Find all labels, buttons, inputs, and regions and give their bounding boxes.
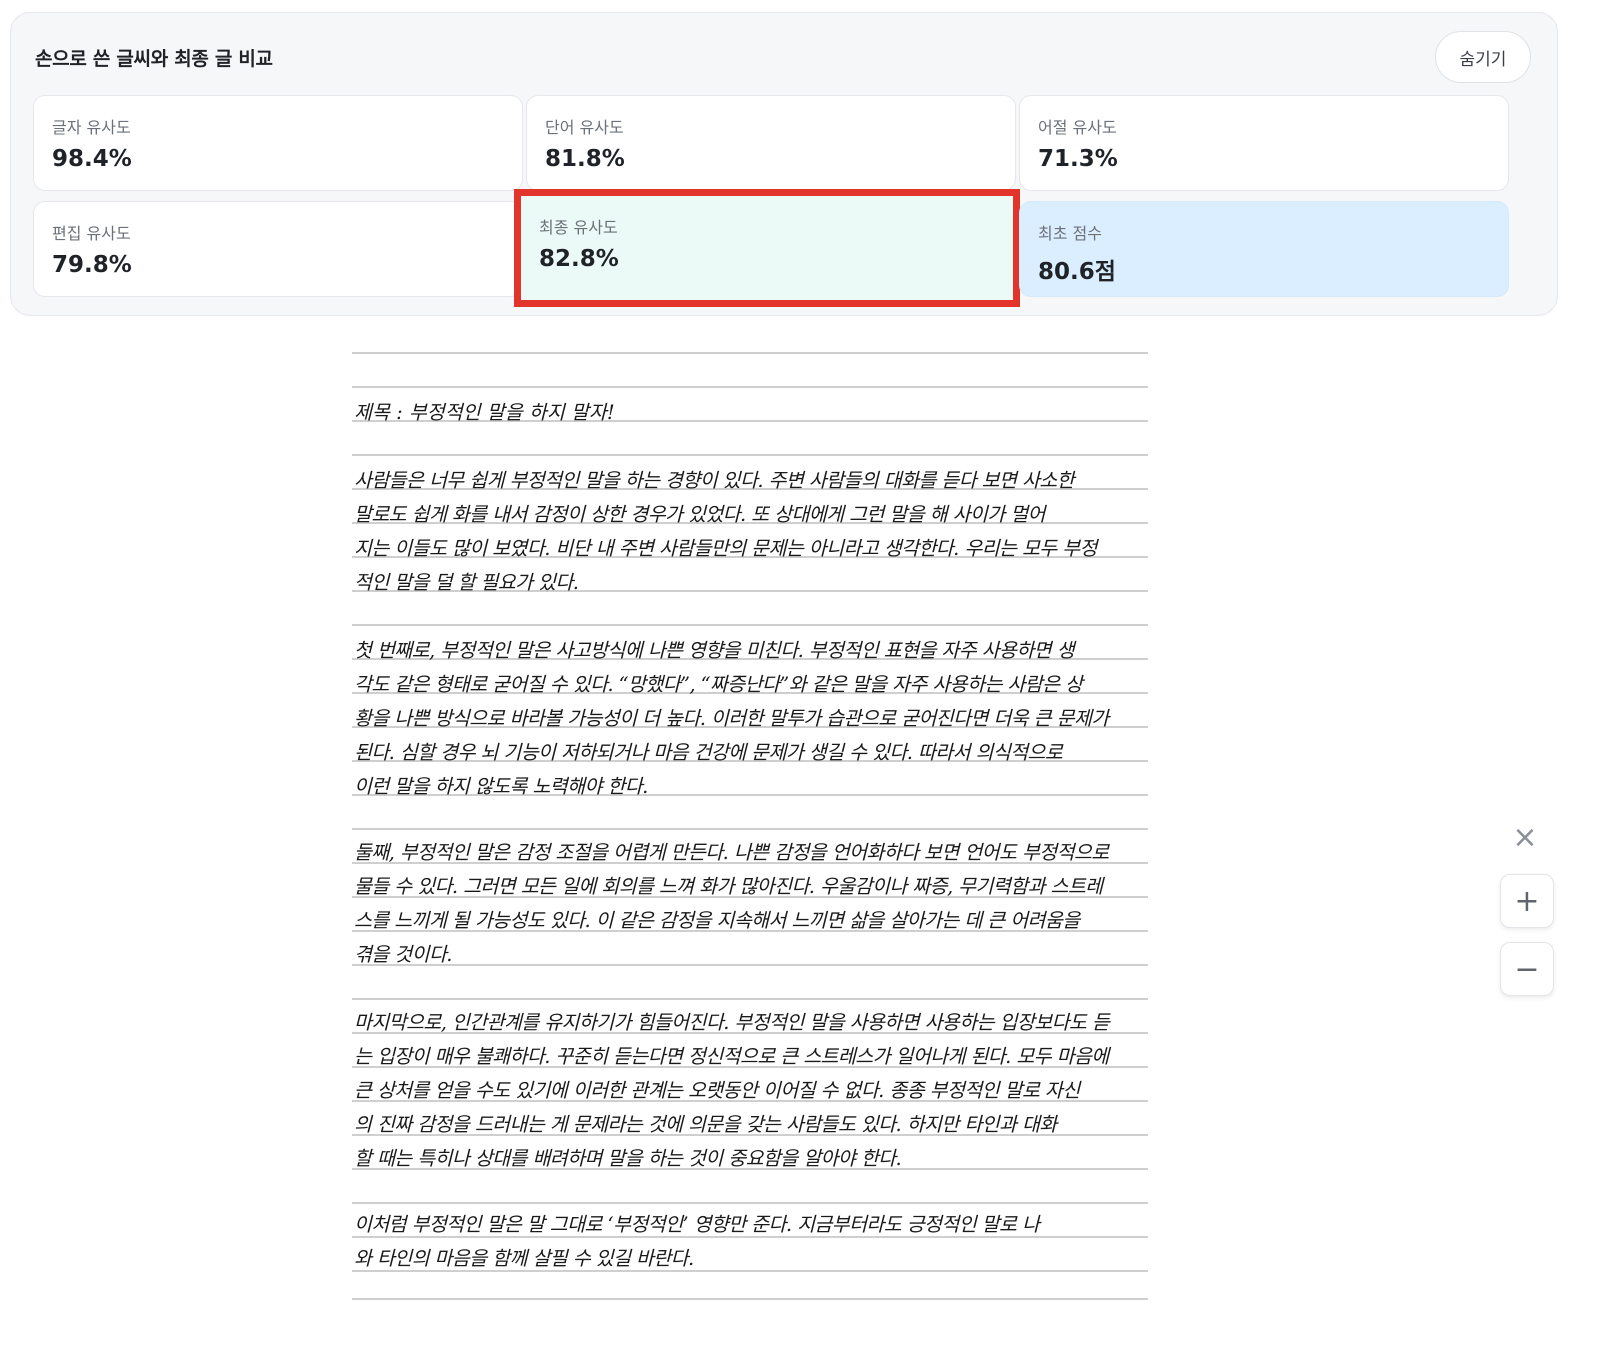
metric-card-initial-score: 최초 점수 80.6점 <box>1019 201 1509 297</box>
ruled-line <box>352 998 1148 1000</box>
essay-line: 마지막으로, 인간관계를 유지하기가 힘들어진다. 부정적인 말을 사용하면 사… <box>354 1011 1110 1034</box>
essay-line: 사람들은 너무 쉽게 부정적인 말을 하는 경향이 있다. 주변 사람들의 대화… <box>354 469 1075 492</box>
essay-line: 말로도 쉽게 화를 내서 감정이 상한 경우가 있었다. 또 상대에게 그런 말… <box>354 503 1045 526</box>
essay-line: 지는 이들도 많이 보였다. 비단 내 주변 사람들만의 문제는 아니라고 생각… <box>354 537 1098 560</box>
metric-card-word-similarity: 단어 유사도 81.8% <box>526 95 1016 191</box>
close-icon[interactable]: × <box>1508 820 1542 855</box>
metric-card-phrase-similarity: 어절 유사도 71.3% <box>1019 95 1509 191</box>
ruled-line <box>352 1298 1148 1300</box>
metric-value: 79.8% <box>52 252 132 278</box>
essay-line: 스를 느끼게 될 가능성도 있다. 이 같은 감정을 지속해서 느끼면 삶을 살… <box>354 909 1080 932</box>
essay-line: 할 때는 특히나 상대를 배려하며 말을 하는 것이 중요함을 알아야 한다. <box>354 1147 902 1170</box>
essay-line: 첫 번째로, 부정적인 말은 사고방식에 나쁜 영향을 미친다. 부정적인 표현… <box>354 639 1075 662</box>
metric-card-edit-similarity: 편집 유사도 79.8% <box>33 201 523 297</box>
metric-label: 편집 유사도 <box>52 224 131 243</box>
metric-value: 80.6점 <box>1038 259 1116 285</box>
panel-title: 손으로 쓴 글씨와 최종 글 비교 <box>35 48 273 70</box>
ruled-line <box>352 828 1148 830</box>
metric-value: 82.8% <box>539 246 619 272</box>
essay-line: 의 진짜 감정을 드러내는 게 문제라는 것에 의문을 갖는 사람들도 있다. … <box>354 1113 1057 1136</box>
metric-value: 71.3% <box>1038 146 1118 172</box>
essay-line: 겪을 것이다. <box>354 943 453 966</box>
essay-title: 제목 : 부정적인 말을 하지 말자! <box>354 401 615 424</box>
metric-label: 글자 유사도 <box>52 118 131 137</box>
essay-line: 물들 수 있다. 그러면 모든 일에 회의를 느껴 화가 많아진다. 우울감이나… <box>354 875 1103 898</box>
minus-icon: − <box>1514 951 1540 987</box>
essay-line: 와 타인의 마음을 함께 살필 수 있길 바란다. <box>354 1247 694 1270</box>
essay-line: 이런 말을 하지 않도록 노력해야 한다. <box>354 775 648 798</box>
handwriting-image: 제목 : 부정적인 말을 하지 말자! 사람들은 너무 쉽게 부정적인 말을 하… <box>352 352 1152 1332</box>
ruled-line <box>352 624 1148 626</box>
ruled-line <box>352 454 1148 456</box>
metric-label: 단어 유사도 <box>545 118 624 137</box>
essay-line: 각도 같은 형태로 굳어질 수 있다. “망했다”, “짜증난다”와 같은 말을… <box>354 673 1083 696</box>
essay-line: 이처럼 부정적인 말은 말 그대로 ‘부정적인’ 영향만 준다. 지금부터라도 … <box>354 1213 1040 1236</box>
essay-line: 큰 상처를 얻을 수도 있기에 이러한 관계는 오랫동안 이어질 수 없다. 종… <box>354 1079 1080 1102</box>
metric-label: 최초 점수 <box>1038 224 1102 243</box>
metric-label: 어절 유사도 <box>1038 118 1117 137</box>
ruled-line <box>352 386 1148 388</box>
metric-card-char-similarity: 글자 유사도 98.4% <box>33 95 523 191</box>
metric-label: 최종 유사도 <box>539 218 618 237</box>
comparison-panel: 손으로 쓴 글씨와 최종 글 비교 숨기기 글자 유사도 98.4% 단어 유사… <box>10 12 1558 316</box>
metric-card-final-similarity: 최종 유사도 82.8% <box>514 189 1020 307</box>
ruled-line <box>352 352 1148 354</box>
metric-value: 98.4% <box>52 146 132 172</box>
plus-icon: + <box>1514 883 1540 919</box>
metric-value: 81.8% <box>545 146 625 172</box>
zoom-out-button[interactable]: − <box>1500 942 1554 996</box>
essay-line: 둘째, 부정적인 말은 감정 조절을 어렵게 만든다. 나쁜 감정을 언어화하다… <box>354 841 1109 864</box>
ruled-line <box>352 1202 1148 1204</box>
essay-line: 는 입장이 매우 불쾌하다. 꾸준히 듣는다면 정신적으로 큰 스트레스가 일어… <box>354 1045 1109 1068</box>
zoom-in-button[interactable]: + <box>1500 874 1554 928</box>
hide-button[interactable]: 숨기기 <box>1435 31 1531 83</box>
essay-line: 적인 말을 덜 할 필요가 있다. <box>354 571 579 594</box>
essay-line: 황을 나쁜 방식으로 바라볼 가능성이 더 높다. 이러한 말투가 습관으로 굳… <box>354 707 1109 730</box>
essay-line: 된다. 심할 경우 뇌 기능이 저하되거나 마음 건강에 문제가 생길 수 있다… <box>354 741 1063 764</box>
